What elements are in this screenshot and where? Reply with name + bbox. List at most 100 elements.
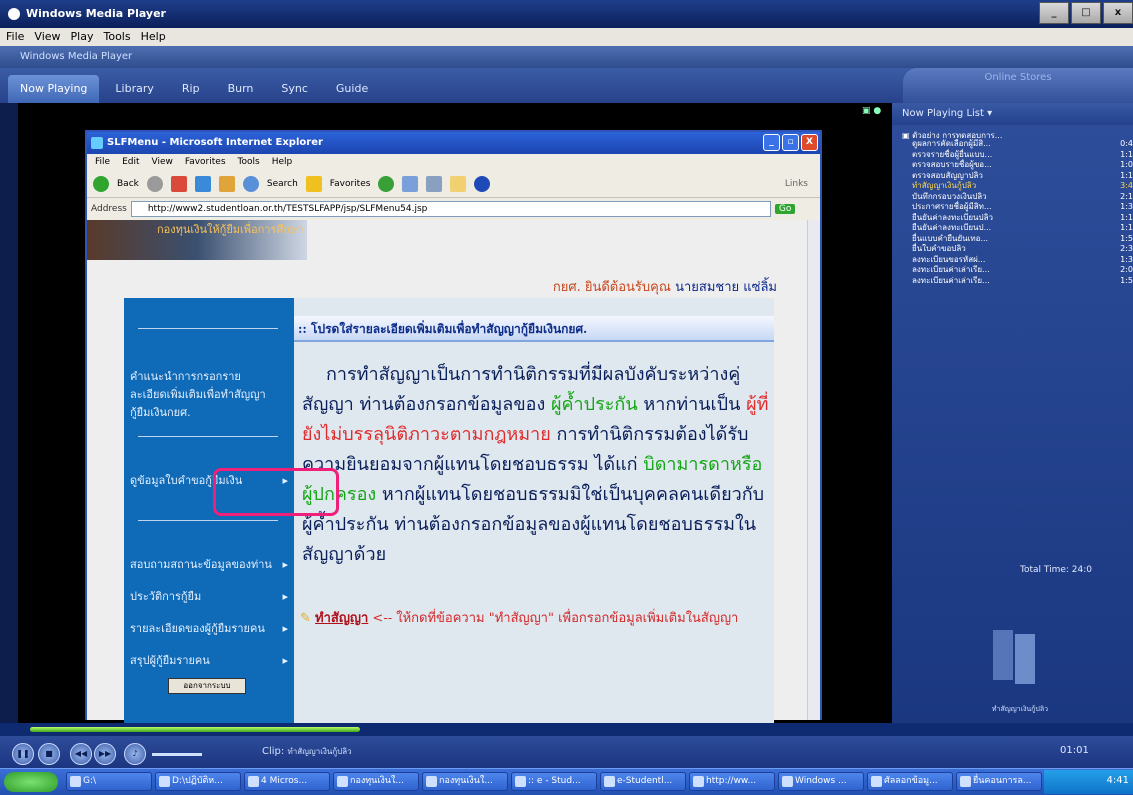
taskbar-button[interactable]: ศัลลอกข้อมู... (867, 772, 953, 791)
playlist-item-duration: 1:5 (1120, 275, 1133, 285)
stop-button[interactable]: ■ (38, 743, 60, 765)
next-button[interactable]: ▶▶ (94, 743, 116, 765)
taskbar-button[interactable]: :: e - Stud... (511, 772, 597, 791)
browser-menu-edit[interactable]: Edit (122, 154, 139, 170)
greeting-name: นายสมชาย แซ่ลิ้ม (675, 280, 777, 295)
home-icon[interactable] (218, 175, 235, 192)
playlist-item-title: ยืนยันค่าลงทะเบียนปลิว (912, 212, 993, 222)
player-tabs: Now Playing Library Rip Burn Sync Guide … (0, 68, 1133, 103)
browser-restore-button[interactable]: ▫ (782, 134, 799, 151)
system-tray: 4:41 (1044, 770, 1133, 794)
sidebar-item-borrower-details[interactable]: รายละเอียดของผู้กู้ยืมรายคน ▸ (130, 620, 290, 638)
playlist-item[interactable]: ตรวจสอบรายชื่อผู้ขอ... 1:0 (912, 160, 1133, 169)
refresh-icon[interactable] (194, 175, 211, 192)
sidebar-item-history[interactable]: ประวัติการกู้ยืม ▸ (130, 588, 290, 606)
taskbar-button-label: กองทุนเงินใ... (350, 776, 404, 786)
folder-icon[interactable] (450, 175, 467, 192)
sidebar-item-status[interactable]: สอบถามสถานะข้อมูลของท่าน ▸ (130, 556, 290, 574)
taskbar-button-label: D:\ปฏิบัติห... (172, 776, 223, 786)
mute-button[interactable]: ♪ (124, 743, 146, 765)
playlist-item-duration: 1:3 (1120, 202, 1133, 211)
volume-slider[interactable] (152, 753, 202, 756)
make-contract-link[interactable]: ทำสัญญา (315, 611, 368, 626)
playlist-item[interactable]: บันทึกกรอบวงเงินปลิว 2:1 (912, 192, 1133, 201)
window-icon (248, 776, 259, 787)
taskbar-button[interactable]: http://ww... (689, 772, 775, 791)
menu-tools[interactable]: Tools (103, 28, 130, 46)
playlist-item[interactable]: ดูผลการคัดเลือกผู้มีสิ... 0:4 (912, 139, 1133, 148)
favorites-star-icon[interactable] (305, 175, 322, 192)
back-arrow-icon[interactable] (93, 175, 109, 192)
playlist-item[interactable]: ตรวจรายชื่อผู้ยื่นแบบ... 1:1 (912, 150, 1133, 159)
tab-library[interactable]: Library (103, 75, 165, 103)
browser-menu-view[interactable]: View (152, 154, 173, 170)
stop-icon[interactable] (170, 175, 187, 192)
playlist-item[interactable]: ลงทะเบียนขอรหัสผ่... 1:3 (912, 255, 1133, 264)
address-bar: Address http://www2.studentloan.or.th/TE… (87, 198, 820, 220)
back-button[interactable]: Back (117, 179, 139, 189)
tab-guide[interactable]: Guide (324, 75, 380, 103)
browser-menu-file[interactable]: File (95, 154, 110, 170)
playlist-item[interactable]: ตรวจสอบสัญญาปลิว 1:1 (912, 171, 1133, 180)
go-button[interactable]: Go (774, 204, 796, 214)
playlist-item[interactable]: ยื่นใบคำขอปลิว 2:3 (912, 244, 1133, 253)
menu-file[interactable]: File (6, 28, 24, 46)
taskbar-button[interactable]: e-Studentl... (600, 772, 686, 791)
playlist-item-duration: 1:1 (1120, 223, 1133, 232)
browser-close-button[interactable]: X (801, 134, 818, 151)
taskbar-button[interactable]: กองทุนเงินใ... (333, 772, 419, 791)
menu-play[interactable]: Play (71, 28, 94, 46)
previous-button[interactable]: ◀◀ (70, 743, 92, 765)
playlist-item[interactable]: ยื่นแบบคำยืนยันเทอ... 1:5 (912, 234, 1133, 243)
playlist-item[interactable]: ยืนยันค่าลงทะเบียนป... 1:1 (912, 223, 1133, 232)
taskbar-button[interactable]: G:\ (66, 772, 152, 791)
maximize-button[interactable]: □ (1071, 2, 1101, 24)
bluetooth-icon[interactable] (474, 175, 491, 192)
browser-scrollbar[interactable] (807, 220, 820, 720)
address-input[interactable]: http://www2.studentloan.or.th/TESTSLFAPP… (130, 201, 771, 217)
minimize-button[interactable]: _ (1039, 2, 1069, 24)
logout-button[interactable]: ออกจากระบบ (168, 678, 246, 694)
taskbar-button[interactable]: กองทุนเงินใ... (422, 772, 508, 791)
tab-sync[interactable]: Sync (269, 75, 320, 103)
start-button[interactable] (4, 772, 58, 792)
playlist-item[interactable]: ทำสัญญาเงินกู้ปลิว 3:4 (912, 181, 1133, 190)
menu-view[interactable]: View (34, 28, 60, 46)
tab-now-playing[interactable]: Now Playing (8, 75, 100, 103)
browser-minimize-button[interactable]: _ (763, 134, 780, 151)
pause-button[interactable]: ❚❚ (12, 743, 34, 765)
forward-arrow-icon[interactable] (146, 175, 163, 192)
mail-icon[interactable] (402, 175, 419, 192)
search-icon[interactable] (242, 175, 259, 192)
taskbar-button-label: 4 Micros... (261, 776, 308, 786)
sidebar-item-summary[interactable]: สรุปผู้กู้ยืมรายคน ▸ (130, 652, 290, 670)
window-icon (159, 776, 170, 787)
taskbar-button[interactable]: ยื่นคอนการล... (956, 772, 1042, 791)
playlist-item[interactable]: ลงทะเบียนค่าเล่าเรีย... 1:5 (912, 276, 1133, 285)
playlist-item[interactable]: ยืนยันค่าลงทะเบียนปลิว 1:1 (912, 213, 1133, 222)
ie-icon (91, 137, 103, 149)
window-icon (70, 776, 81, 787)
browser-menu-help[interactable]: Help (272, 154, 293, 170)
chevron-right-icon: ▸ (282, 590, 288, 603)
online-stores-button[interactable]: Online Stores (903, 68, 1133, 103)
sidebar-item-instructions[interactable]: คำแนะนำการกรอกรายละเอียดเพิ่มเติมเพื่อทำ… (130, 368, 270, 422)
print-icon[interactable] (426, 175, 443, 192)
playlist-item[interactable]: ประกาศรายชื่อผู้มีสิท... 1:3 (912, 202, 1133, 211)
browser-menu-tools[interactable]: Tools (238, 154, 260, 170)
favorites-button[interactable]: Favorites (330, 179, 371, 189)
now-playing-list-header[interactable]: Now Playing List ▾ (892, 103, 1133, 125)
playlist-item[interactable]: ลงทะเบียนค่าเล่าเรีย... 2:0 (912, 265, 1133, 274)
search-button[interactable]: Search (267, 179, 298, 189)
taskbar-button[interactable]: D:\ปฏิบัติห... (155, 772, 241, 791)
view-tools-icon[interactable]: ▣ ● (862, 106, 892, 120)
history-icon[interactable] (378, 175, 395, 192)
taskbar-button[interactable]: 4 Micros... (244, 772, 330, 791)
tab-burn[interactable]: Burn (216, 75, 266, 103)
menu-help[interactable]: Help (141, 28, 166, 46)
close-button[interactable]: x (1103, 2, 1133, 24)
browser-menu-favorites[interactable]: Favorites (185, 154, 226, 170)
taskbar-button[interactable]: Windows ... (778, 772, 864, 791)
tab-rip[interactable]: Rip (170, 75, 212, 103)
links-label[interactable]: Links (785, 179, 808, 189)
